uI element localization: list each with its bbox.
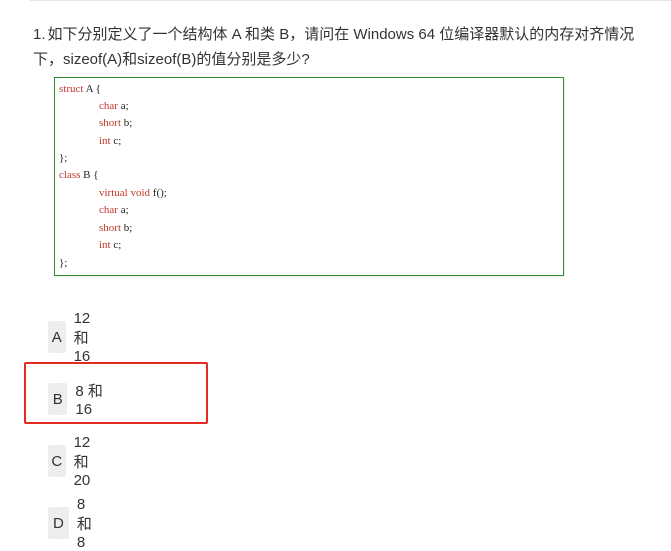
code-text: }; xyxy=(59,257,68,269)
code-snippet: struct A { char a; short b; int c; }; cl… xyxy=(54,77,564,276)
code-text: b; xyxy=(121,222,133,234)
code-keyword: short xyxy=(99,117,121,129)
code-text: c; xyxy=(110,135,122,147)
option-c[interactable]: C 12 和 20 xyxy=(48,434,105,489)
code-keyword: int xyxy=(99,135,111,147)
top-divider xyxy=(30,0,671,1)
code-text: a; xyxy=(117,100,129,112)
code-line: }; xyxy=(59,257,67,270)
code-line: struct A { xyxy=(59,83,101,96)
code-line: char a; xyxy=(99,100,129,113)
code-text: f(); xyxy=(150,187,167,199)
code-line: virtual void f(); xyxy=(99,187,167,200)
option-a[interactable]: A 12 和 16 xyxy=(48,310,105,365)
code-line: class B { xyxy=(59,169,99,182)
code-line: char a; xyxy=(99,204,129,217)
question-stem: 1. 如下分别定义了一个结构体 A 和类 B，请问在 Windows 64 位编译… xyxy=(33,22,648,72)
option-letter-badge: D xyxy=(48,507,69,539)
option-label: 12 和 16 xyxy=(73,309,91,365)
code-line: short b; xyxy=(99,222,132,235)
code-line: int c; xyxy=(99,135,121,148)
code-keyword: virtual void xyxy=(99,187,151,199)
code-line: short b; xyxy=(99,117,132,130)
option-letter-badge: A xyxy=(48,321,66,353)
code-keyword: char xyxy=(99,204,118,216)
code-keyword: class xyxy=(59,169,81,181)
code-line: int c; xyxy=(99,239,121,252)
code-keyword: short xyxy=(99,222,121,234)
code-text: B { xyxy=(80,169,99,181)
question-text: 如下分别定义了一个结构体 A 和类 B，请问在 Windows 64 位编译器默… xyxy=(33,26,635,68)
option-letter-badge: C xyxy=(48,445,66,477)
question-number: 1. xyxy=(33,26,46,43)
code-keyword: int xyxy=(99,239,111,251)
code-keyword: struct xyxy=(59,83,84,95)
option-label: 8 和 8 xyxy=(76,495,92,551)
option-label: 12 和 20 xyxy=(73,433,91,489)
code-text: A { xyxy=(83,83,101,95)
code-text: }; xyxy=(59,152,68,164)
code-line: }; xyxy=(59,152,67,165)
code-keyword: char xyxy=(99,100,118,112)
selection-highlight-box xyxy=(24,362,208,424)
code-text: a; xyxy=(117,204,129,216)
code-text: c; xyxy=(110,239,122,251)
code-text: b; xyxy=(121,117,133,129)
option-d[interactable]: D 8 和 8 xyxy=(48,496,103,551)
